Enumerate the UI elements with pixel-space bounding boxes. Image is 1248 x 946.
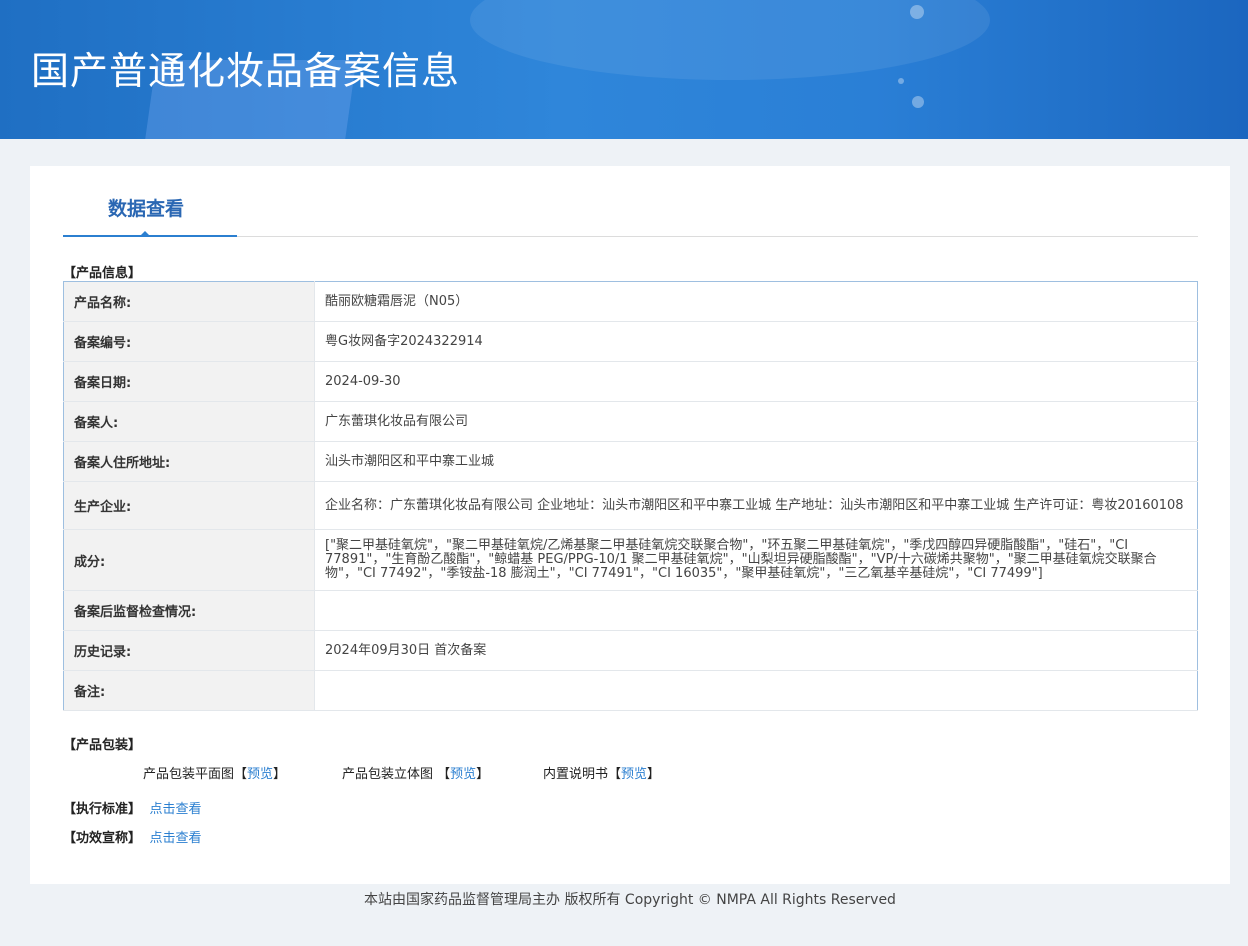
preview-link[interactable]: 预览	[450, 767, 476, 782]
field-label: 备案后监督检查情况:	[63, 590, 315, 631]
field-value: 企业名称：广东蕾琪化妆品有限公司 企业地址：汕头市潮阳区和平中寨工业城 生产地址…	[314, 481, 1198, 530]
field-value: 汕头市潮阳区和平中寨工业城	[314, 441, 1198, 482]
table-row: 备案人住所地址: 汕头市潮阳区和平中寨工业城	[63, 441, 1198, 482]
content-card: 数据查看 【产品信息】 产品名称: 酷丽欧糖霜唇泥（N05） 备案编号: 粤G妆网备字…	[30, 166, 1230, 884]
field-label: 备案人住所地址:	[63, 441, 315, 482]
page-title: 国产普通化妆品备案信息	[31, 49, 461, 93]
standards-row: 【执行标准】 点击查看	[63, 798, 202, 817]
standards-label: 【执行标准】	[63, 802, 142, 817]
tab-label: 数据查看	[108, 198, 185, 220]
field-value	[314, 670, 1198, 711]
table-row: 备案人: 广东蕾琪化妆品有限公司	[63, 401, 1198, 442]
field-value: 粤G妆网备字2024322914	[314, 321, 1198, 362]
efficacy-row: 【功效宣称】 点击查看	[63, 827, 202, 846]
field-value: 2024-09-30	[314, 361, 1198, 402]
field-value	[314, 590, 1198, 631]
table-row: 成分: ["聚二甲基硅氧烷"，"聚二甲基硅氧烷/乙烯基聚二甲基硅氧烷交联聚合物"，…	[63, 529, 1198, 591]
packaging-item-flat: 产品包装平面图【预览】	[143, 767, 287, 782]
efficacy-label: 【功效宣称】	[63, 831, 142, 846]
table-row: 备案编号: 粤G妆网备字2024322914	[63, 321, 1198, 362]
efficacy-view-link[interactable]: 点击查看	[150, 831, 202, 846]
tab-bar: 数据查看	[63, 166, 1198, 237]
standards-view-link[interactable]: 点击查看	[150, 802, 202, 817]
field-label: 备案人:	[63, 401, 315, 442]
field-label: 生产企业:	[63, 481, 315, 530]
table-row: 备注:	[63, 670, 1198, 711]
banner-decoration	[898, 78, 904, 84]
field-label: 备注:	[63, 670, 315, 711]
header-banner: 国产普通化妆品备案信息	[0, 0, 1248, 139]
packaging-item-label: 内置说明书	[543, 767, 609, 782]
banner-decoration	[912, 96, 924, 108]
banner-decoration	[910, 5, 924, 19]
tab-indicator	[139, 231, 151, 237]
field-label: 成分:	[63, 529, 315, 591]
tab-data-view[interactable]: 数据查看	[63, 166, 237, 237]
field-label: 备案日期:	[63, 361, 315, 402]
table-row: 备案后监督检查情况:	[63, 590, 1198, 631]
field-value: ["聚二甲基硅氧烷"，"聚二甲基硅氧烷/乙烯基聚二甲基硅氧烷交联聚合物"，"环五…	[314, 529, 1198, 591]
field-value: 酷丽欧糖霜唇泥（N05）	[314, 281, 1198, 322]
field-value: 2024年09月30日 首次备案	[314, 630, 1198, 671]
table-row: 历史记录: 2024年09月30日 首次备案	[63, 630, 1198, 671]
preview-link[interactable]: 预览	[621, 767, 647, 782]
field-label: 历史记录:	[63, 630, 315, 671]
section-title-packaging: 【产品包装】	[63, 738, 142, 753]
footer-copyright: 本站由国家药品监督管理局主办 版权所有 Copyright © NMPA All…	[364, 892, 896, 908]
field-label: 产品名称:	[63, 281, 315, 322]
table-row: 生产企业: 企业名称：广东蕾琪化妆品有限公司 企业地址：汕头市潮阳区和平中寨工业城…	[63, 481, 1198, 530]
packaging-item-label: 产品包装立体图	[342, 767, 438, 782]
product-info-table: 产品名称: 酷丽欧糖霜唇泥（N05） 备案编号: 粤G妆网备字2024322914 备案…	[63, 281, 1198, 711]
packaging-item-label: 产品包装平面图	[143, 767, 235, 782]
preview-link[interactable]: 预览	[247, 767, 273, 782]
table-row: 产品名称: 酷丽欧糖霜唇泥（N05）	[63, 281, 1198, 322]
section-title-product-info: 【产品信息】	[63, 266, 142, 281]
field-label: 备案编号:	[63, 321, 315, 362]
packaging-item-manual: 内置说明书【预览】	[543, 767, 661, 782]
field-value: 广东蕾琪化妆品有限公司	[314, 401, 1198, 442]
packaging-item-3d: 产品包装立体图 【预览】	[342, 767, 490, 782]
table-row: 备案日期: 2024-09-30	[63, 361, 1198, 402]
